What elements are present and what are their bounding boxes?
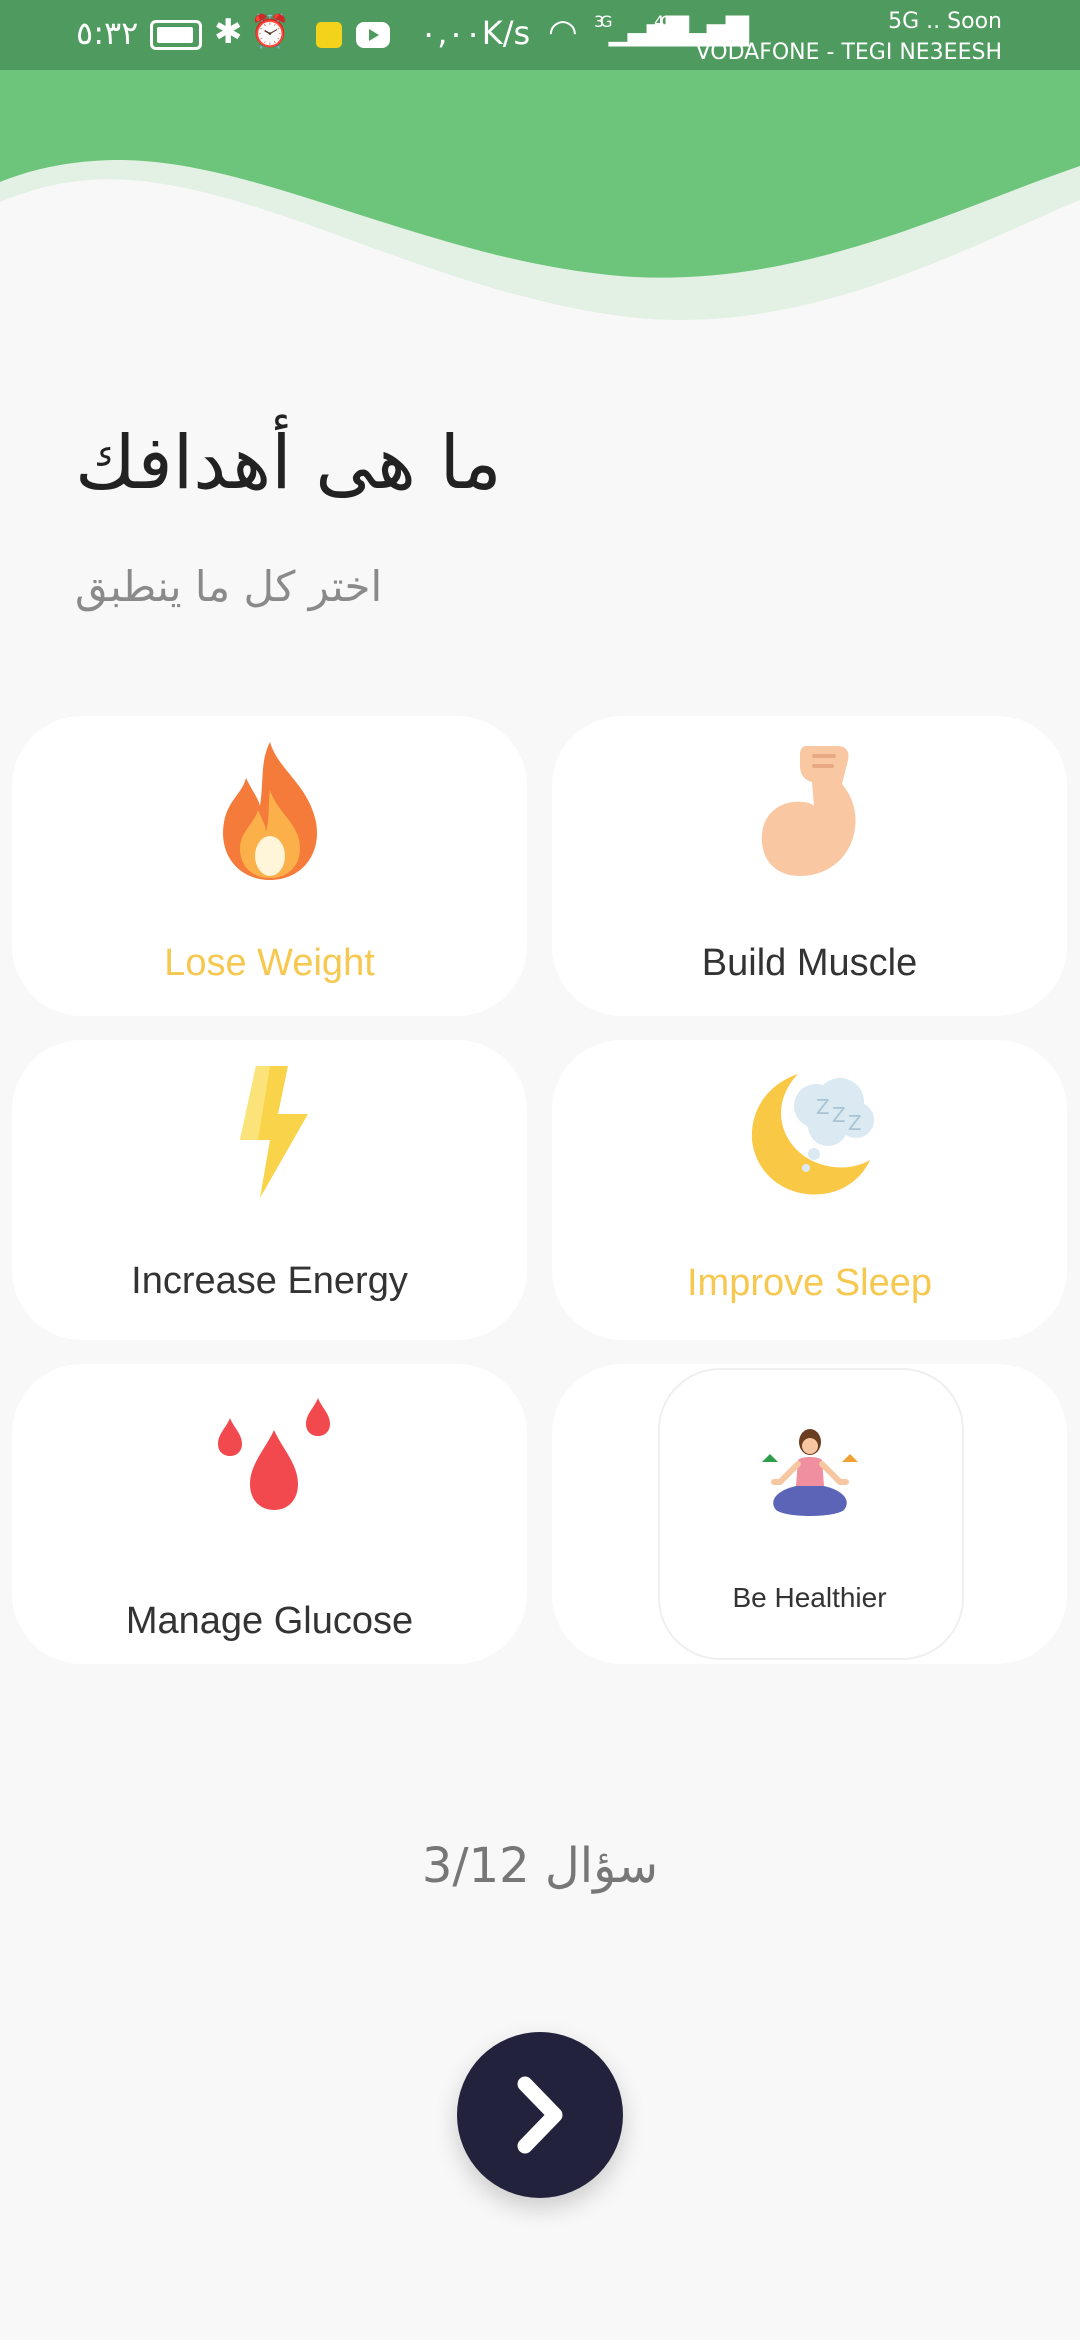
- goal-card-be-healthier[interactable]: Be Healthier: [552, 1364, 1067, 1664]
- svg-text:Z: Z: [848, 1111, 862, 1135]
- youtube-icon: [356, 22, 390, 48]
- goal-label: Increase Energy: [131, 1260, 408, 1302]
- goal-label: Improve Sleep: [686, 1262, 932, 1304]
- moon-sleep-icon: Z Z Z: [751, 1074, 874, 1195]
- bluetooth-icon: ✱: [214, 12, 243, 52]
- svg-text:Z: Z: [816, 1095, 830, 1119]
- battery-icon: [150, 20, 202, 50]
- carrier-name: VODAFONE - TEGI NE3EESH: [695, 40, 1002, 65]
- signal-2-label: 4G: [654, 12, 672, 31]
- network-line: 5G .. Soon: [888, 9, 1002, 34]
- status-bar: ٥:٣٢ ✱ ⏰ ٠,٠٠K/s ◠ 3G▁▃▅▇ 4G▁▃▅▇ 5G .. S…: [0, 0, 1080, 72]
- goal-card-build-muscle[interactable]: Build Muscle: [552, 716, 1067, 1016]
- lightning-icon: [240, 1066, 308, 1198]
- goal-label: Build Muscle: [701, 942, 918, 984]
- goal-card-increase-energy[interactable]: Increase Energy: [12, 1040, 527, 1340]
- yoga-woman-icon: [762, 1429, 858, 1516]
- app-notification-icon: [316, 22, 342, 48]
- next-button[interactable]: [457, 2032, 623, 2198]
- blood-drops-icon: [218, 1398, 330, 1510]
- goal-label: Be Healthier: [732, 1582, 887, 1613]
- goal-card-lose-weight[interactable]: Lose Weight: [12, 716, 527, 1016]
- carrier-info: 5G .. Soon VODAFONE - TEGI NE3EESH: [696, 6, 1002, 68]
- wifi-icon: ◠: [548, 12, 578, 52]
- flexed-arm-icon: [761, 746, 856, 876]
- svg-text:Z: Z: [832, 1103, 846, 1127]
- status-time: ٥:٣٢: [76, 14, 139, 52]
- alarm-icon: ⏰: [250, 12, 290, 50]
- header-wave: [0, 70, 1080, 320]
- chevron-right-icon: [517, 2076, 563, 2154]
- network-speed: ٠,٠٠K/s: [420, 14, 531, 52]
- fire-icon: [223, 742, 317, 880]
- goal-label: Lose Weight: [164, 942, 375, 984]
- goal-label: Manage Glucose: [125, 1600, 414, 1642]
- signal-1-label: 3G: [594, 12, 612, 31]
- goal-card-manage-glucose[interactable]: Manage Glucose: [12, 1364, 527, 1664]
- goal-card-improve-sleep[interactable]: Z Z Z Improve Sleep: [552, 1040, 1067, 1340]
- page-subtitle: اختر كل ما ينطبق: [75, 562, 383, 611]
- page-title: ما هى أهدافك: [75, 420, 502, 506]
- question-progress: سؤال 3/12: [421, 1838, 659, 1894]
